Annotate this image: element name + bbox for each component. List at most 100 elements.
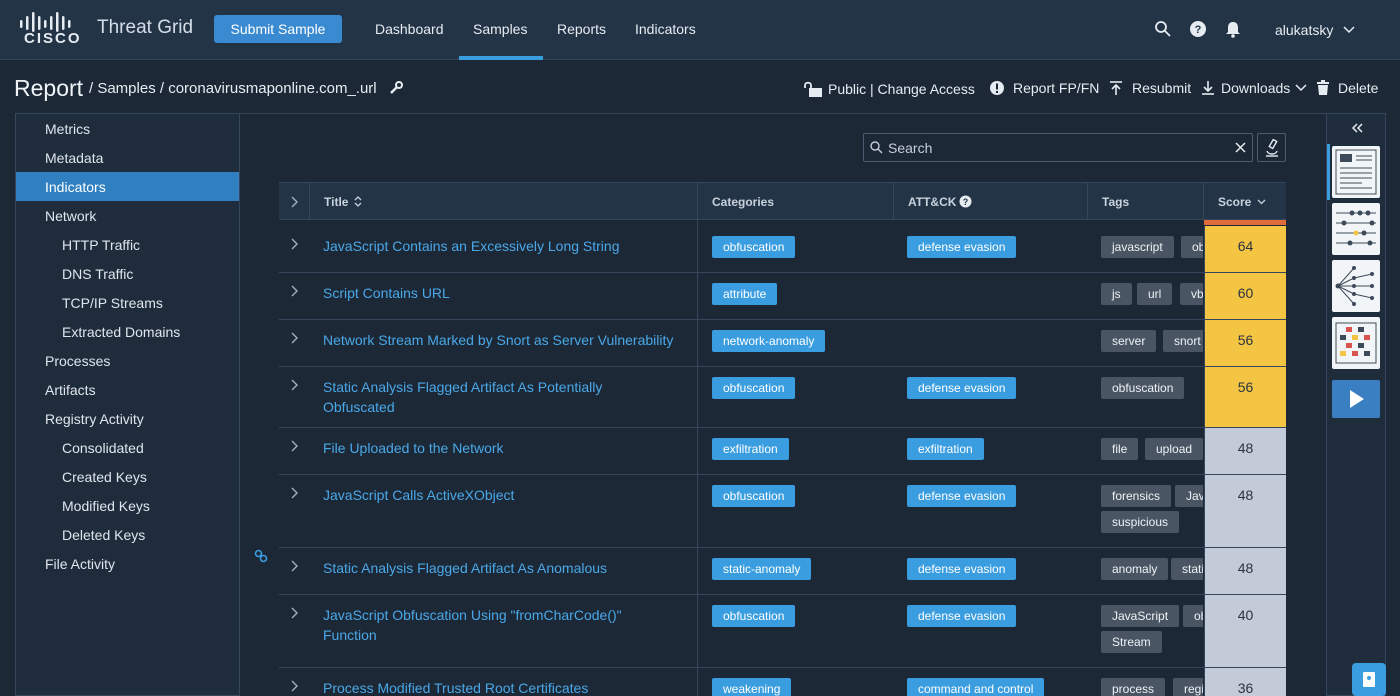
delete-button[interactable]: Delete — [1316, 80, 1378, 96]
nav-dashboard[interactable]: Dashboard — [375, 21, 444, 37]
category-tag[interactable]: attribute — [712, 283, 778, 305]
sidebar-item-network[interactable]: Network — [16, 201, 239, 230]
expand-row-icon[interactable] — [289, 560, 301, 572]
sidebar-item-http-traffic[interactable]: HTTP Traffic — [16, 230, 239, 259]
tag[interactable]: registry — [1173, 678, 1203, 696]
tag[interactable]: url — [1137, 283, 1173, 305]
expand-row-icon[interactable] — [289, 332, 301, 344]
sidebar-item-dns-traffic[interactable]: DNS Traffic — [16, 259, 239, 288]
sidebar-item-indicators[interactable]: Indicators — [16, 172, 239, 201]
tag[interactable]: js — [1101, 283, 1132, 305]
table-row[interactable]: Script Contains URL attribute js url vbs… — [279, 273, 1286, 320]
tag[interactable]: obfuscation — [1101, 377, 1185, 399]
table-row[interactable]: File Uploaded to the Network exfiltratio… — [279, 428, 1286, 475]
attck-tag[interactable]: defense evasion — [907, 236, 1017, 258]
expand-row-icon[interactable] — [289, 440, 301, 452]
report-thumbnail[interactable] — [1332, 146, 1380, 198]
sidebar-item-modified-keys[interactable]: Modified Keys — [16, 491, 239, 520]
table-row[interactable]: Process Modified Trusted Root Certificat… — [279, 668, 1286, 696]
search-icon[interactable] — [1154, 20, 1172, 38]
sidebar-item-file-activity[interactable]: File Activity — [16, 549, 239, 578]
tag[interactable]: upload — [1145, 438, 1203, 460]
bell-icon[interactable] — [1224, 20, 1242, 38]
indicator-title[interactable]: Static Analysis Flagged Artifact As Pote… — [323, 377, 623, 417]
tag[interactable]: anomaly — [1101, 558, 1169, 580]
category-tag[interactable]: obfuscation — [712, 377, 796, 399]
search-field[interactable]: Search — [863, 133, 1253, 162]
chevron-down-icon[interactable] — [1257, 199, 1266, 205]
tag[interactable]: JavaScript — [1175, 485, 1203, 507]
video-thumbnail[interactable] — [1332, 380, 1380, 418]
process-graph-thumbnail[interactable] — [1332, 260, 1380, 312]
report-fpfn-button[interactable]: Report FP/FN — [989, 80, 1099, 96]
submit-sample-button[interactable]: Submit Sample — [214, 15, 342, 43]
sidebar-item-artifacts[interactable]: Artifacts — [16, 375, 239, 404]
sidebar-item-processes[interactable]: Processes — [16, 346, 239, 375]
attck-tag[interactable]: defense evasion — [907, 605, 1017, 627]
table-row[interactable]: JavaScript Calls ActiveXObject obfuscati… — [279, 475, 1286, 548]
attck-tag[interactable]: defense evasion — [907, 485, 1017, 507]
resubmit-button[interactable]: Resubmit — [1108, 80, 1191, 96]
timeline-thumbnail[interactable] — [1332, 203, 1380, 255]
help-icon[interactable]: ? — [1189, 20, 1207, 38]
help-icon[interactable]: ? — [959, 195, 972, 208]
sidebar-item-created-keys[interactable]: Created Keys — [16, 462, 239, 491]
downloads-button[interactable]: Downloads — [1200, 80, 1307, 96]
expand-row-icon[interactable] — [289, 487, 301, 499]
search-input[interactable]: Search — [888, 140, 932, 156]
category-tag[interactable]: obfuscation — [712, 605, 796, 627]
category-tag[interactable]: static-anomaly — [712, 558, 812, 580]
sort-icon[interactable] — [354, 195, 362, 208]
expand-row-icon[interactable] — [289, 379, 301, 391]
wrench-icon[interactable] — [389, 81, 403, 95]
microscope-button[interactable] — [1257, 133, 1286, 162]
link-icon[interactable] — [254, 549, 268, 563]
expand-row-icon[interactable] — [289, 680, 301, 692]
category-tag[interactable]: obfuscation — [712, 485, 796, 507]
header-score[interactable]: Score — [1218, 195, 1251, 209]
sidebar-item-tcpip-streams[interactable]: TCP/IP Streams — [16, 288, 239, 317]
heatmap-thumbnail[interactable] — [1332, 317, 1380, 369]
feedback-button[interactable] — [1352, 663, 1386, 696]
table-row[interactable]: Static Analysis Flagged Artifact As Anom… — [279, 548, 1286, 595]
table-row[interactable]: Network Stream Marked by Snort as Server… — [279, 320, 1286, 367]
attck-tag[interactable]: defense evasion — [907, 558, 1017, 580]
expand-row-icon[interactable] — [289, 238, 301, 250]
indicator-title[interactable]: JavaScript Contains an Excessively Long … — [323, 236, 693, 256]
indicator-title[interactable]: JavaScript Calls ActiveXObject — [323, 485, 693, 505]
nav-samples[interactable]: Samples — [473, 21, 527, 37]
chevron-down-icon[interactable] — [1343, 26, 1355, 34]
expand-all-icon[interactable] — [289, 196, 301, 208]
category-tag[interactable]: exfiltration — [712, 438, 789, 460]
header-title[interactable]: Title — [324, 195, 348, 209]
table-row[interactable]: JavaScript Obfuscation Using "fromCharCo… — [279, 595, 1286, 668]
collapse-panel-icon[interactable] — [1351, 123, 1363, 133]
indicator-title[interactable]: Script Contains URL — [323, 283, 693, 303]
tag[interactable]: server — [1101, 330, 1157, 352]
tag[interactable]: process — [1101, 678, 1166, 696]
change-access-button[interactable]: Public | Change Access — [803, 80, 975, 98]
sidebar-item-consolidated[interactable]: Consolidated — [16, 433, 239, 462]
attck-tag[interactable]: defense evasion — [907, 377, 1017, 399]
nav-indicators[interactable]: Indicators — [635, 21, 696, 37]
nav-reports[interactable]: Reports — [557, 21, 606, 37]
expand-row-icon[interactable] — [289, 607, 301, 619]
sidebar-item-metrics[interactable]: Metrics — [16, 114, 239, 143]
tag[interactable]: forensics — [1101, 485, 1172, 507]
expand-row-icon[interactable] — [289, 285, 301, 297]
category-tag[interactable]: obfuscation — [712, 236, 796, 258]
indicator-title[interactable]: JavaScript Obfuscation Using "fromCharCo… — [323, 605, 643, 645]
tag[interactable]: JavaScript — [1101, 605, 1180, 627]
indicator-title[interactable]: File Uploaded to the Network — [323, 438, 693, 458]
user-menu[interactable]: alukatsky — [1275, 22, 1333, 38]
sidebar-item-registry-activity[interactable]: Registry Activity — [16, 404, 239, 433]
category-tag[interactable]: weakening — [712, 678, 792, 696]
tag[interactable]: file — [1101, 438, 1139, 460]
category-tag[interactable]: network-anomaly — [712, 330, 826, 352]
tag[interactable]: vbs — [1180, 283, 1203, 305]
attck-tag[interactable]: exfiltration — [907, 438, 984, 460]
header-categories[interactable]: Categories — [712, 195, 774, 209]
tag[interactable]: suspicious — [1101, 511, 1180, 533]
tag[interactable]: static — [1171, 558, 1203, 580]
table-row[interactable]: JavaScript Contains an Excessively Long … — [279, 226, 1286, 273]
